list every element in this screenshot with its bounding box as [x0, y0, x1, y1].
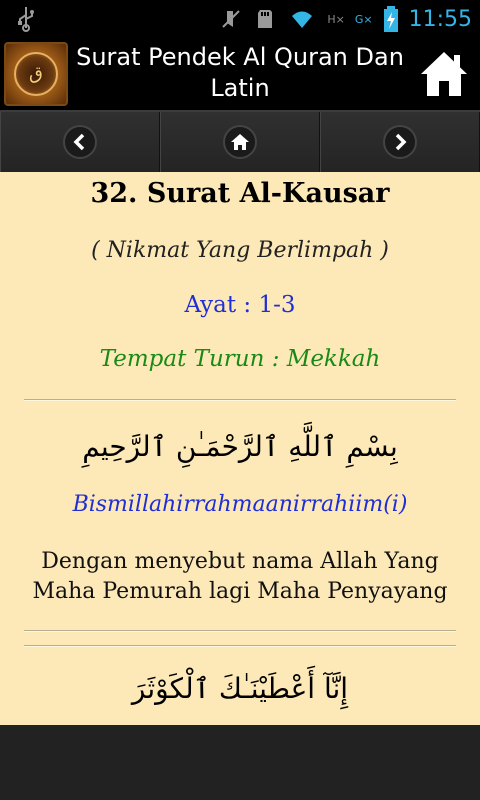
bottom-area	[0, 725, 480, 800]
revelation-place: Tempat Turun : Mekkah	[99, 346, 381, 372]
verse-translation: Dengan menyebut nama Allah Yang Maha Pem…	[32, 549, 448, 604]
verse-arabic: بِسْمِ ٱللَّهِ ٱلرَّحْمَـٰنِ ٱلرَّحِيمِ	[82, 430, 398, 463]
mute-icon	[222, 10, 241, 28]
chevron-right-icon	[395, 133, 407, 151]
network-label-h: H×	[327, 12, 345, 26]
prev-button[interactable]	[0, 112, 160, 172]
usb-icon	[18, 7, 34, 32]
chevron-left-icon	[73, 133, 85, 151]
app-header: ق Surat Pendek Al Quran Dan Latin	[0, 38, 480, 110]
wifi-icon	[292, 11, 313, 28]
surah-content[interactable]: 32. Surat Al-Kausar ( Nikmat Yang Berlim…	[0, 172, 480, 725]
surah-meaning: ( Nikmat Yang Berlimpah )	[91, 238, 389, 263]
app-title: Surat Pendek Al Quran Dan Latin	[76, 43, 404, 102]
divider	[24, 645, 456, 647]
verse-arabic: إِنَّآ أَعْطَيْنَـٰكَ ٱلْكَوْثَرَ	[131, 672, 349, 705]
surah-nav-bar	[0, 110, 480, 172]
verse-latin: Bismillahirrahmaanirrahiim(i)	[72, 492, 408, 517]
status-bar: H× G× 11:55	[0, 0, 480, 38]
battery-charging-icon	[383, 6, 398, 32]
next-button[interactable]	[320, 112, 480, 172]
home-nav-button[interactable]	[160, 112, 320, 172]
quran-logo-icon: ق	[4, 42, 68, 106]
divider	[24, 399, 456, 401]
home-icon[interactable]	[418, 48, 470, 100]
status-clock: 11:55	[408, 6, 472, 32]
surah-title: 32. Surat Al-Kausar	[90, 178, 390, 209]
sd-card-icon	[258, 10, 273, 28]
ayat-range: Ayat : 1-3	[184, 292, 296, 318]
divider	[24, 630, 456, 632]
network-label-g: G×	[354, 12, 373, 26]
home-icon	[231, 134, 249, 150]
